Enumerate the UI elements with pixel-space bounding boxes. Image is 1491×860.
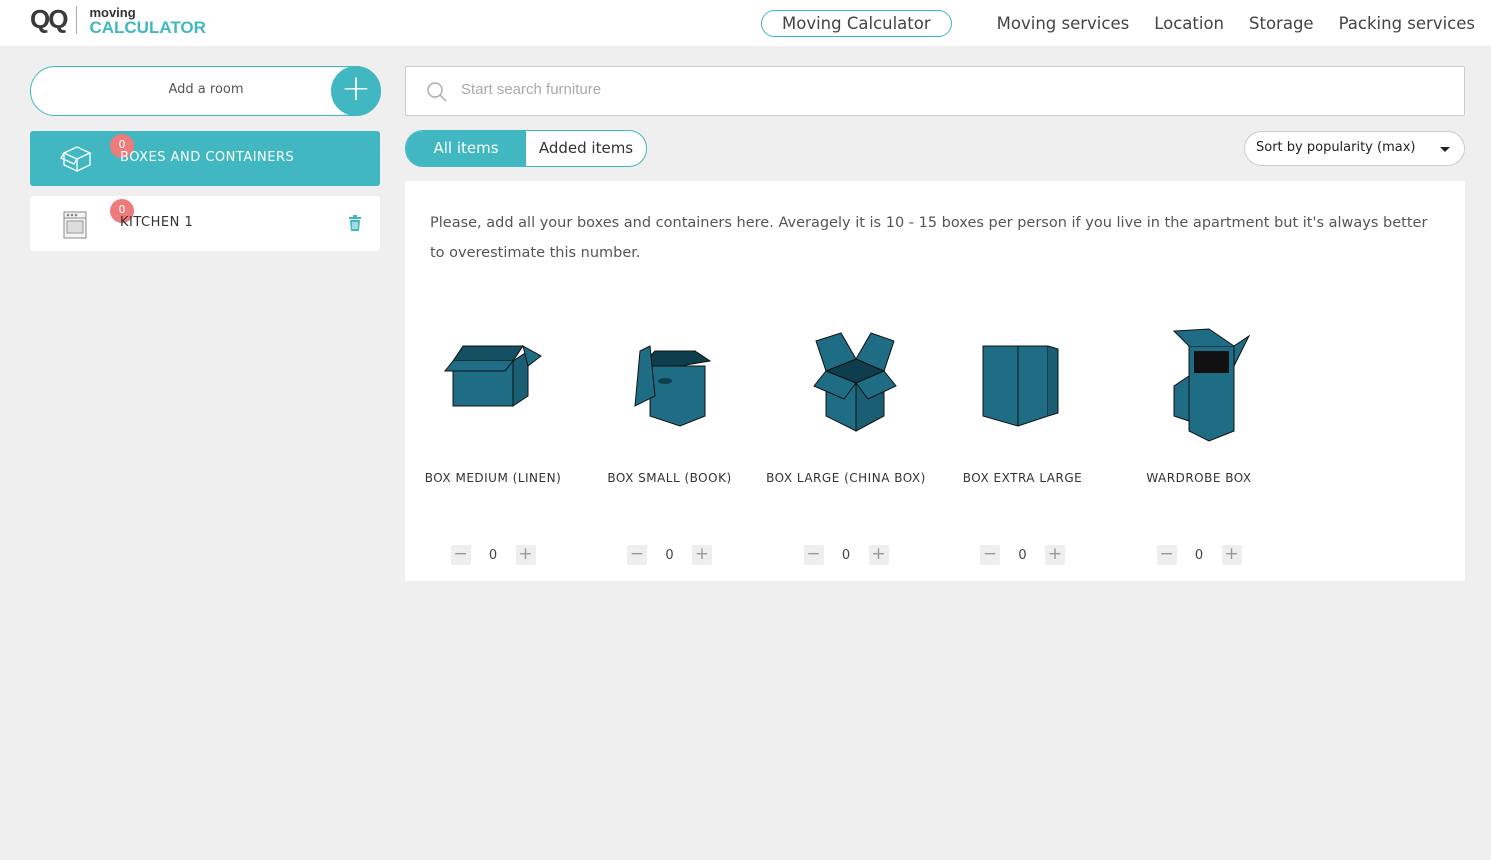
logo[interactable]: QQ moving CALCULATOR: [30, 4, 206, 37]
plus-icon[interactable]: +: [331, 66, 381, 116]
logo-divider: [76, 5, 78, 34]
nav-moving-calculator[interactable]: Moving Calculator: [761, 9, 952, 37]
search-input[interactable]: [461, 81, 1361, 98]
room-label: KITCHEN 1: [120, 215, 194, 230]
stove-icon: [63, 211, 87, 239]
product-name: BOX MEDIUM (LINEN): [424, 471, 562, 485]
product-name: BOX LARGE (CHINA BOX): [766, 471, 926, 485]
quantity-stepper: − 0 +: [935, 545, 1111, 565]
quantity-stepper: − 0 +: [582, 545, 758, 565]
increment-button[interactable]: +: [1221, 545, 1242, 565]
product-image: [982, 345, 1058, 427]
product-card: WARDROBE BOX − 0 +: [1111, 311, 1287, 571]
product-image: [813, 332, 897, 432]
increment-button[interactable]: +: [692, 545, 712, 565]
quantity-value[interactable]: 0: [1000, 548, 1045, 563]
tabs: All items Added items: [405, 130, 647, 167]
decrement-button[interactable]: −: [627, 545, 647, 565]
decrement-button[interactable]: −: [1156, 545, 1177, 565]
quantity-value[interactable]: 0: [1177, 548, 1222, 563]
product-name: BOX EXTRA LARGE: [962, 471, 1083, 485]
decrement-button[interactable]: −: [450, 545, 471, 565]
tab-all-items[interactable]: All items: [406, 131, 526, 166]
decrement-button[interactable]: −: [980, 545, 1000, 565]
quantity-stepper: − 0 +: [758, 545, 934, 565]
increment-button[interactable]: +: [515, 545, 536, 565]
logo-bottom: CALCULATOR: [89, 17, 206, 37]
increment-button[interactable]: +: [1045, 545, 1065, 565]
sort-select[interactable]: Sort by popularity (max): [1244, 131, 1465, 166]
nav-moving-services[interactable]: Moving services: [997, 14, 1130, 33]
caret-down-icon: [1440, 147, 1450, 152]
sort-value: Sort by popularity (max): [1256, 140, 1416, 155]
room-label: BOXES AND CONTAINERS: [120, 150, 295, 165]
tab-added-items[interactable]: Added items: [526, 131, 646, 166]
product-image: [1172, 328, 1251, 442]
sidebar-item-boxes[interactable]: 0 BOXES AND CONTAINERS: [30, 131, 380, 186]
add-room-label: Add a room: [168, 82, 244, 97]
nav-storage[interactable]: Storage: [1249, 14, 1314, 33]
product-card: BOX MEDIUM (LINEN) − 0 +: [405, 311, 581, 571]
header: QQ moving CALCULATOR Moving Calculator Mo…: [0, 0, 1491, 46]
product-name: BOX SMALL (BOOK): [607, 471, 732, 485]
product-card: BOX LARGE (CHINA BOX) − 0 +: [758, 311, 934, 571]
product-image: [443, 345, 542, 407]
decrement-button[interactable]: −: [803, 545, 824, 565]
quantity-value[interactable]: 0: [471, 548, 516, 563]
quantity-value[interactable]: 0: [647, 548, 692, 563]
trash-icon[interactable]: [348, 215, 362, 231]
quantity-stepper: − 0 +: [1111, 545, 1287, 565]
search-icon: [427, 82, 447, 102]
increment-button[interactable]: +: [868, 545, 889, 565]
add-room-button[interactable]: Add a room +: [30, 66, 381, 116]
box-icon: [60, 146, 92, 173]
products-panel: Please, add all your boxes and container…: [405, 181, 1465, 581]
sidebar-item-kitchen[interactable]: 0 KITCHEN 1: [30, 196, 380, 251]
product-image: [633, 345, 711, 427]
nav-location[interactable]: Location: [1154, 14, 1224, 33]
product-card: BOX EXTRA LARGE − 0 +: [935, 311, 1111, 571]
main-nav: Moving Calculator Moving services Locati…: [736, 0, 1475, 46]
search-bar: [405, 66, 1465, 116]
nav-packing-services[interactable]: Packing services: [1339, 14, 1475, 33]
product-card: BOX SMALL (BOOK) − 0 +: [582, 311, 758, 571]
quantity-stepper: − 0 +: [405, 545, 581, 565]
quantity-value[interactable]: 0: [824, 548, 869, 563]
product-name: WARDROBE BOX: [1146, 471, 1252, 485]
logo-mark: QQ: [30, 4, 68, 34]
description: Please, add all your boxes and container…: [430, 215, 1428, 261]
